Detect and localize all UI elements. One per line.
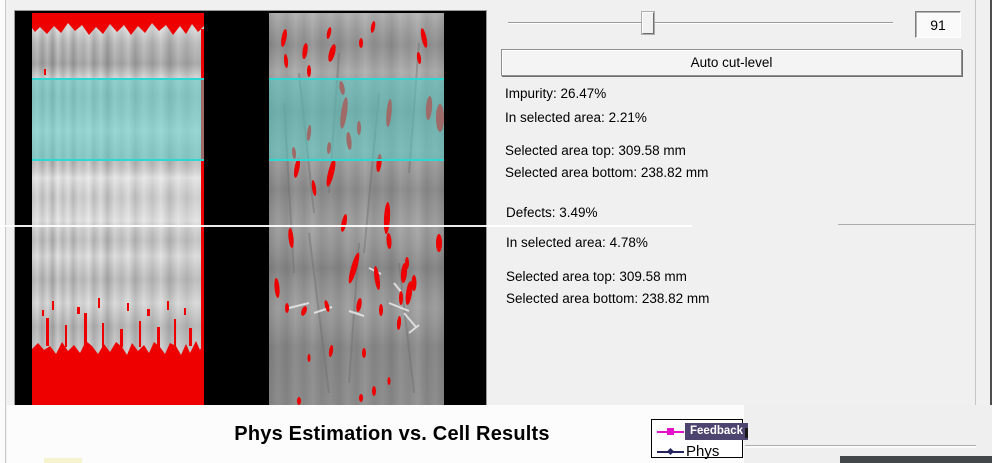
cut-level-slider-thumb[interactable] [642,12,654,34]
cut-level-line [0,225,692,227]
phys-diamond-marker-icon [667,447,674,454]
cut-level-slider-track[interactable] [508,22,893,24]
cut-level-value-input[interactable] [916,12,960,37]
selection-band-overlay[interactable] [32,78,204,161]
right-scan-image[interactable] [269,13,444,405]
impurity-area-top: Selected area top: 309.58 mm [505,143,686,159]
panel-groove-highlight [745,446,976,448]
separator-line [838,224,975,225]
phys-line-icon [657,451,684,453]
scan-viewer-panel [14,10,487,408]
chart-title: Phys Estimation vs. Cell Results [182,423,602,446]
impurity-area-bottom: Selected area bottom: 238.82 mm [505,165,708,181]
left-scan-texture [32,13,204,405]
defects-summary: Defects: 3.49% [506,205,598,221]
selection-band-overlay[interactable] [269,78,444,161]
defects-in-selected: In selected area: 4.78% [506,235,648,251]
feedback-square-marker-icon [667,428,674,435]
chart-fragment [44,458,82,463]
legend-item-phys[interactable]: Phys [652,443,719,460]
defects-area-top: Selected area top: 309.58 mm [506,269,687,285]
right-scan-texture [269,13,444,405]
window-left-edge [0,0,6,463]
cut-level-value-box [915,11,961,38]
legend-label-feedback: Feedback [685,423,748,440]
left-scan-image[interactable] [32,13,204,405]
defects-area-bottom: Selected area bottom: 238.82 mm [506,291,709,307]
background-window-edge [840,456,992,463]
legend-label-phys: Phys [686,443,719,460]
legend-item-feedback[interactable]: Feedback [652,423,748,440]
occluded-text-fragment [745,428,748,438]
chart-area: Phys Estimation vs. Cell Results [7,405,744,463]
bottom-right-panel [744,405,992,463]
chart-legend: Feedback Phys [651,419,743,458]
impurity-in-selected: In selected area: 2.21% [505,110,647,126]
impurity-summary: Impurity: 26.47% [505,86,606,102]
feedback-line-icon [657,431,684,433]
auto-cut-level-button[interactable]: Auto cut-level [501,49,962,76]
pane-divider-line [975,0,976,446]
